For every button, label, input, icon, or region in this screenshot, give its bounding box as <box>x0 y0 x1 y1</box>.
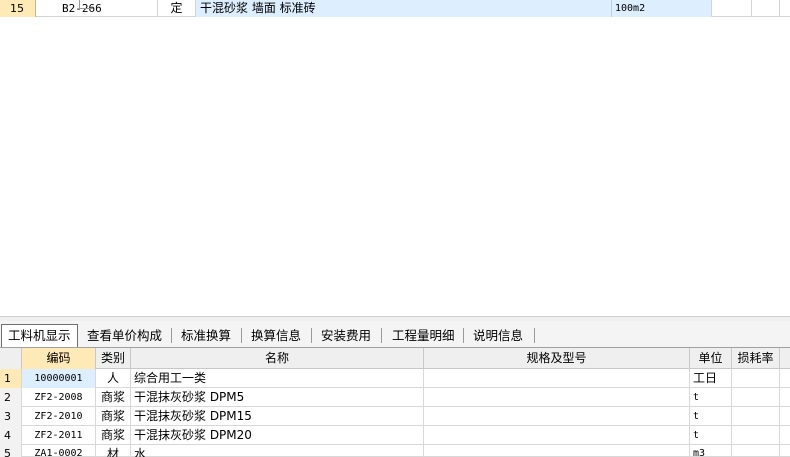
cell-code[interactable]: ZF2-2011 <box>22 426 96 445</box>
cell-loss-rate[interactable] <box>732 426 780 445</box>
header-index <box>0 348 22 369</box>
table-row[interactable]: 4 ZF2-2011 商浆 干混抹灰砂浆 DPM20 t <box>0 426 790 445</box>
cell-spec[interactable] <box>424 426 690 445</box>
row-code-cell[interactable]: B2-266 <box>36 0 158 17</box>
cell-spec[interactable] <box>424 388 690 407</box>
detail-tab-bar: 工料机显示 查看单价构成 标准换算 换算信息 安装费用 工程量明细 说明信息 <box>0 321 790 348</box>
header-code[interactable]: 编码 <box>22 348 96 369</box>
tab-separator <box>171 328 172 343</box>
cell-spec[interactable] <box>424 445 690 457</box>
cell-loss-rate[interactable] <box>732 445 780 457</box>
tab-separator <box>241 328 242 343</box>
header-spec[interactable]: 规格及型号 <box>424 348 690 369</box>
cell-loss-rate[interactable] <box>732 369 780 388</box>
cell-code[interactable]: ZF2-2010 <box>22 407 96 426</box>
row-extra-cell[interactable] <box>752 0 780 17</box>
table-row[interactable]: 1 10000001 人 综合用工一类 工日 <box>0 369 790 388</box>
cell-type[interactable]: 材 <box>96 445 131 457</box>
row-index[interactable]: 3 <box>0 407 22 426</box>
cell-type[interactable]: 人 <box>96 369 131 388</box>
cell-unit[interactable]: 工日 <box>690 369 732 388</box>
cell-name[interactable]: 干混抹灰砂浆 DPM5 <box>131 388 424 407</box>
table-row[interactable]: 3 ZF2-2010 商浆 干混抹灰砂浆 DPM15 t <box>0 407 790 426</box>
row-index[interactable]: 2 <box>0 388 22 407</box>
header-type[interactable]: 类别 <box>96 348 131 369</box>
cell-code[interactable]: ZA1-0002 <box>22 445 96 457</box>
tab-standard-conversion[interactable]: 标准换算 <box>175 325 237 346</box>
cell-unit[interactable]: m3 <box>690 445 732 457</box>
header-loss-rate[interactable]: 损耗率 <box>732 348 780 369</box>
row-name[interactable]: 干混砂浆 墙面 标准砖 <box>196 0 612 17</box>
cell-type[interactable]: 商浆 <box>96 407 131 426</box>
cell-unit[interactable]: t <box>690 426 732 445</box>
cell-name[interactable]: 综合用工一类 <box>131 369 424 388</box>
tree-connector-line <box>79 0 93 9</box>
cell-code[interactable]: ZF2-2008 <box>22 388 96 407</box>
tab-description-info[interactable]: 说明信息 <box>467 325 529 346</box>
row-unit[interactable]: 100m2 <box>612 0 712 17</box>
row-filler <box>780 407 790 426</box>
cell-unit[interactable]: t <box>690 388 732 407</box>
cell-unit[interactable]: t <box>690 407 732 426</box>
row-filler <box>780 388 790 407</box>
cell-type[interactable]: 商浆 <box>96 388 131 407</box>
tab-quantity-detail[interactable]: 工程量明细 <box>386 325 461 346</box>
row-index[interactable]: 1 <box>0 369 22 388</box>
tab-unit-price-breakdown[interactable]: 查看单价构成 <box>81 325 168 346</box>
row-index[interactable]: 4 <box>0 426 22 445</box>
tab-installation-fee[interactable]: 安装费用 <box>315 325 377 346</box>
header-filler <box>780 348 790 369</box>
table-row[interactable]: 2 ZF2-2008 商浆 干混抹灰砂浆 DPM5 t <box>0 388 790 407</box>
row-index[interactable]: 5 <box>0 445 22 457</box>
cell-type[interactable]: 商浆 <box>96 426 131 445</box>
header-name[interactable]: 名称 <box>131 348 424 369</box>
row-extra-cell[interactable] <box>712 0 752 17</box>
tab-separator <box>534 328 535 343</box>
table-header: 编码 类别 名称 规格及型号 单位 损耗率 <box>0 348 790 369</box>
tab-labor-material-machine[interactable]: 工料机显示 <box>1 324 78 347</box>
tab-conversion-info[interactable]: 换算信息 <box>245 325 307 346</box>
cell-loss-rate[interactable] <box>732 407 780 426</box>
cell-spec[interactable] <box>424 369 690 388</box>
header-unit[interactable]: 单位 <box>690 348 732 369</box>
row-filler <box>780 369 790 388</box>
table-row[interactable]: 5 ZA1-0002 材 水 m3 <box>0 445 790 457</box>
cell-name[interactable]: 水 <box>131 445 424 457</box>
row-filler <box>780 445 790 457</box>
cell-spec[interactable] <box>424 407 690 426</box>
row-type[interactable]: 定 <box>158 0 196 17</box>
cell-loss-rate[interactable] <box>732 388 780 407</box>
row-number[interactable]: 15 <box>0 0 36 17</box>
cell-name[interactable]: 干混抹灰砂浆 DPM15 <box>131 407 424 426</box>
tab-separator <box>381 328 382 343</box>
top-grid-row[interactable]: 15 B2-266 定 干混砂浆 墙面 标准砖 100m2 <box>0 0 790 17</box>
tab-separator <box>311 328 312 343</box>
row-filler <box>780 426 790 445</box>
cell-code[interactable]: 10000001 <box>22 369 96 388</box>
tab-separator <box>463 328 464 343</box>
cell-name[interactable]: 干混抹灰砂浆 DPM20 <box>131 426 424 445</box>
